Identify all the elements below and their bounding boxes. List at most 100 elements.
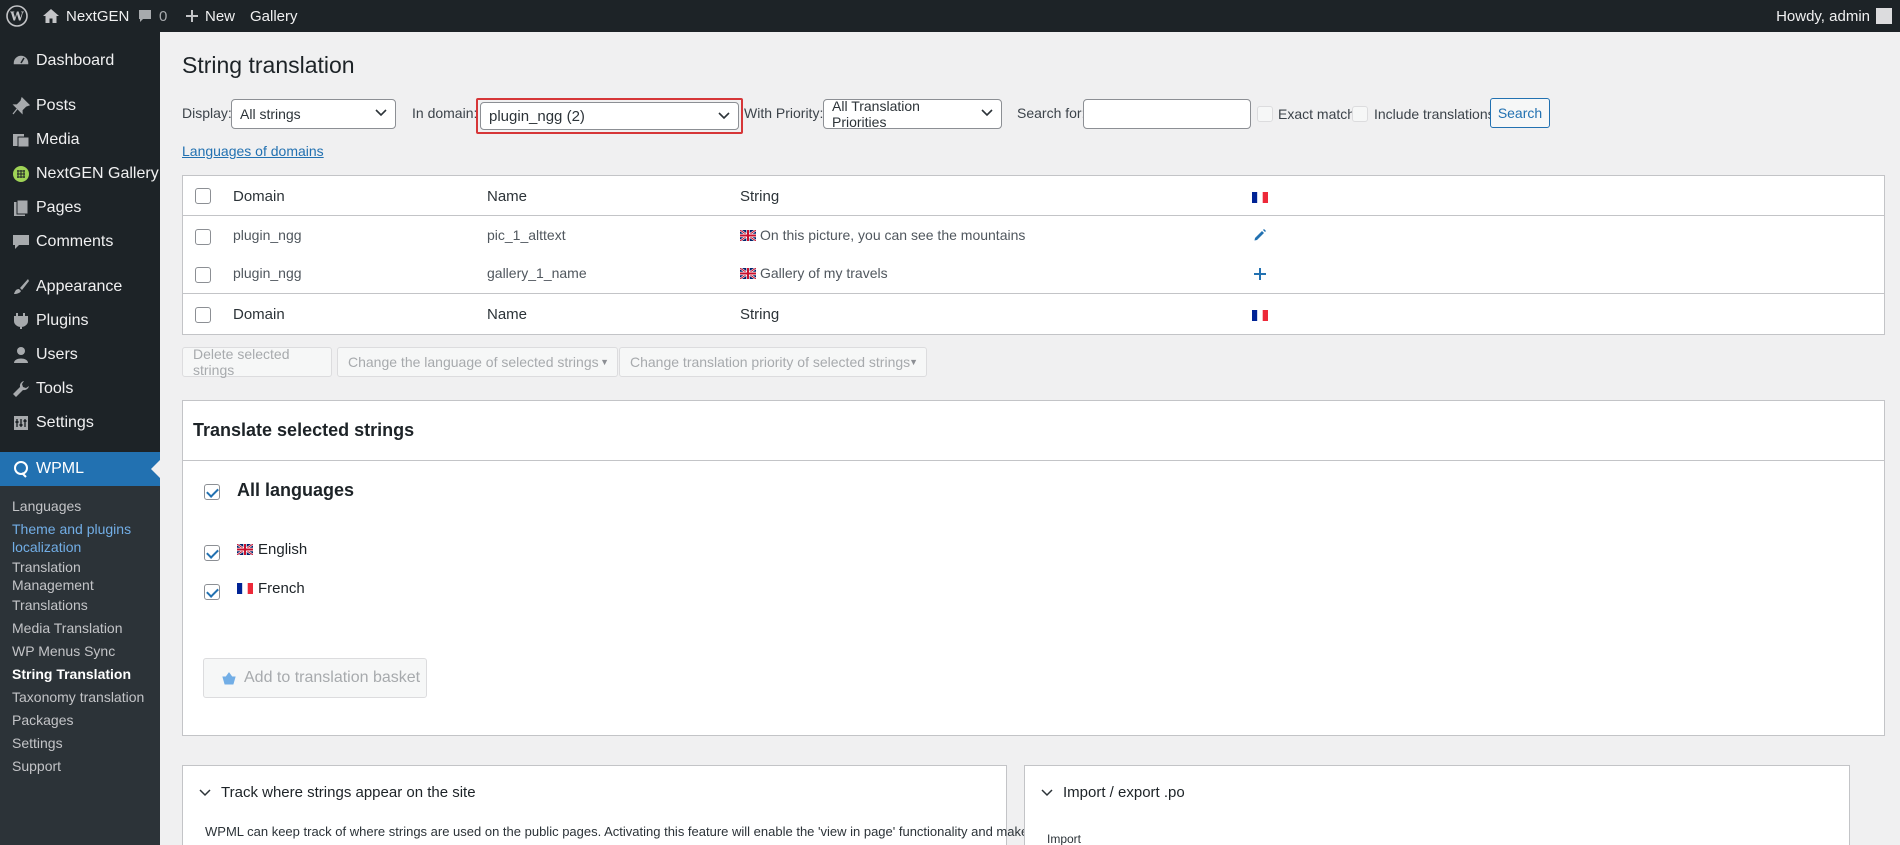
all-languages-checkbox[interactable] [204, 484, 220, 500]
track-panel-text: WPML can keep track of where strings are… [205, 824, 1029, 839]
sidebar-item-label: NextGEN Gallery [36, 165, 159, 182]
site-name-link[interactable]: NextGEN [42, 0, 129, 32]
sidebar-item-label: Tools [36, 380, 74, 397]
submenu-packages[interactable]: Packages [12, 711, 152, 729]
sidebar-item-nextgen[interactable]: NextGEN Gallery [0, 157, 160, 191]
svg-text:W: W [9, 10, 24, 24]
submenu-theme-plugins-localization[interactable]: Theme and plugins localization [12, 520, 152, 556]
submenu-languages[interactable]: Languages [12, 497, 152, 515]
translate-selected-strings-box: Translate selected strings All languages… [182, 400, 1885, 736]
sidebar-item-appearance[interactable]: Appearance [0, 270, 160, 304]
track-strings-toggle[interactable]: Track where strings appear on the site [199, 784, 476, 801]
chevron-down-icon [718, 112, 730, 120]
column-header-domain[interactable]: Domain [233, 188, 285, 205]
dashboard-icon [0, 44, 36, 78]
submenu-wp-menus-sync[interactable]: WP Menus Sync [12, 642, 152, 660]
column-footer-name[interactable]: Name [487, 306, 527, 323]
submenu-settings[interactable]: Settings [12, 734, 152, 752]
gallery-label: Gallery [250, 7, 298, 25]
sidebar-item-settings[interactable]: Settings [0, 406, 160, 440]
change-language-select[interactable]: Change the language of selected strings … [337, 347, 618, 377]
search-input[interactable] [1083, 99, 1251, 129]
french-language-label: French [237, 580, 305, 597]
add-plus-icon[interactable] [1253, 267, 1267, 281]
submenu-translations[interactable]: Translations [12, 596, 152, 614]
string-text: Gallery of my travels [760, 265, 888, 281]
sidebar-item-tools[interactable]: Tools [0, 372, 160, 406]
french-checkbox[interactable] [204, 584, 220, 600]
column-header-name[interactable]: Name [487, 188, 527, 205]
display-label: Display: [182, 105, 232, 121]
users-icon [0, 338, 36, 372]
string-text: On this picture, you can see the mountai… [760, 227, 1026, 243]
sidebar-item-wpml[interactable]: WPML [0, 452, 160, 486]
submenu-support[interactable]: Support [12, 757, 152, 775]
change-priority-label: Change translation priority of selected … [630, 354, 911, 370]
sidebar-item-label: Users [36, 346, 78, 363]
cell-string: Gallery of my travels [740, 265, 888, 281]
english-checkbox[interactable] [204, 545, 220, 561]
exact-match-checkbox[interactable] [1257, 106, 1273, 122]
comments-count: 0 [159, 7, 168, 25]
search-button[interactable]: Search [1490, 98, 1550, 128]
column-footer-string[interactable]: String [740, 306, 779, 323]
column-header-string[interactable]: String [740, 188, 779, 205]
cell-domain: plugin_ngg [233, 265, 302, 281]
comment-bubble-icon [137, 9, 153, 24]
cell-name: gallery_1_name [487, 265, 587, 281]
sidebar-item-plugins[interactable]: Plugins [0, 304, 160, 338]
select-all-checkbox-footer[interactable] [195, 307, 211, 323]
display-select-value: All strings [240, 106, 301, 122]
submenu-string-translation[interactable]: String Translation [12, 665, 152, 683]
row-checkbox[interactable] [195, 229, 211, 245]
gallery-link[interactable]: Gallery [250, 0, 298, 32]
submenu-media-translation[interactable]: Media Translation [12, 619, 152, 637]
track-strings-panel: Track where strings appear on the site W… [182, 765, 1028, 845]
comments-link[interactable]: 0 [137, 0, 167, 32]
sidebar-item-pages[interactable]: Pages [0, 191, 160, 225]
avatar [1876, 8, 1892, 24]
add-to-translation-basket-button[interactable]: Add to translation basket [203, 658, 427, 698]
admin-bar: W NextGEN 0 New Gallery Howdy, admin [0, 0, 1900, 32]
plugin-icon [0, 304, 36, 338]
table-row: plugin_ngg gallery_1_name Gallery of my … [183, 255, 1884, 294]
english-language-label: English [237, 541, 307, 558]
sidebar-item-posts[interactable]: Posts [0, 89, 160, 123]
select-all-checkbox[interactable] [195, 188, 211, 204]
basket-button-label: Add to translation basket [244, 669, 421, 686]
import-export-toggle[interactable]: Import / export .po [1041, 784, 1185, 801]
row-checkbox[interactable] [195, 267, 211, 283]
wordpress-logo-icon[interactable]: W [6, 0, 28, 32]
wrench-icon [0, 372, 36, 406]
sidebar-item-label: Comments [36, 233, 114, 250]
display-select[interactable]: All strings [231, 99, 396, 129]
priority-select[interactable]: All Translation Priorities [823, 98, 1002, 130]
import-export-panel: Import / export .po Import [1024, 765, 1850, 845]
table-footer-row: Domain Name String [183, 295, 1884, 335]
domain-select[interactable]: plugin_ngg (2) [480, 102, 739, 130]
all-languages-label: All languages [237, 480, 355, 500]
languages-of-domains-link[interactable]: Languages of domains [182, 143, 324, 159]
pages-icon [0, 191, 36, 225]
edit-pencil-icon[interactable] [1253, 228, 1267, 242]
uk-flag-icon [740, 265, 756, 281]
france-flag-icon [1252, 189, 1268, 207]
my-account-link[interactable]: Howdy, admin [1776, 0, 1892, 32]
sidebar-item-dashboard[interactable]: Dashboard [0, 44, 160, 78]
sidebar-item-comments[interactable]: Comments [0, 225, 160, 259]
sidebar-item-media[interactable]: Media [0, 123, 160, 157]
uk-flag-icon [740, 227, 756, 243]
delete-selected-strings-button[interactable]: Delete selected strings [182, 346, 332, 378]
main-content: String translation Display: All strings … [160, 32, 1900, 845]
sidebar-item-users[interactable]: Users [0, 338, 160, 372]
submenu-translation-management[interactable]: Translation Management [12, 558, 152, 594]
brush-icon [0, 270, 36, 304]
include-translations-checkbox[interactable] [1352, 106, 1368, 122]
new-content-link[interactable]: New [185, 0, 235, 32]
cell-name: pic_1_alttext [487, 227, 566, 243]
new-label: New [205, 7, 236, 25]
column-footer-domain[interactable]: Domain [233, 306, 285, 323]
change-language-label: Change the language of selected strings [348, 354, 599, 370]
submenu-taxonomy-translation[interactable]: Taxonomy translation [12, 688, 152, 706]
change-priority-select[interactable]: Change translation priority of selected … [619, 347, 927, 377]
